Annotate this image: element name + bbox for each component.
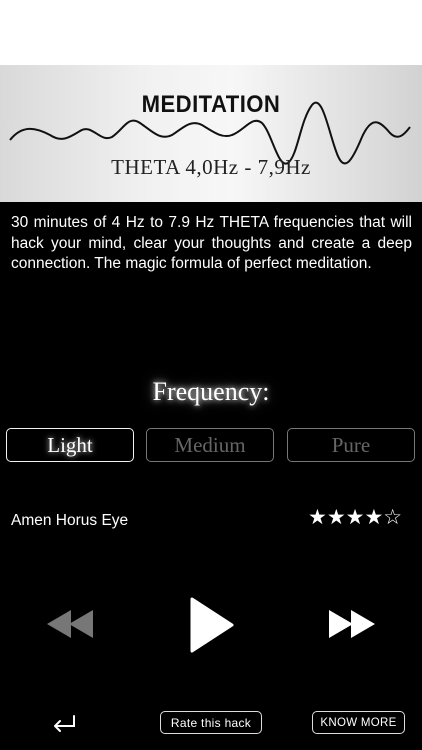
description-text: 30 minutes of 4 Hz to 7.9 Hz THETA frequ… <box>11 214 412 272</box>
frequency-title: Frequency: <box>152 377 270 406</box>
rating-stars[interactable]: ★★★★☆ <box>308 505 402 529</box>
frequency-option-pure[interactable]: Pure <box>287 428 415 462</box>
play-icon <box>190 597 234 653</box>
know-more-button[interactable]: KNOW MORE <box>312 711 405 734</box>
fast-forward-button[interactable] <box>325 606 377 642</box>
rewind-icon <box>47 610 93 638</box>
return-arrow-icon <box>54 715 75 732</box>
rate-this-hack-button[interactable]: Rate this hack <box>160 711 262 734</box>
status-bar <box>0 0 422 65</box>
rewind-button[interactable] <box>45 606 97 642</box>
play-button[interactable] <box>186 596 236 654</box>
banner-title: MEDITATION <box>141 91 281 118</box>
banner-subtitle: THETA 4,0Hz - 7,9Hz <box>111 155 311 179</box>
track-name: Amen Horus Eye <box>11 512 129 529</box>
wave-graphic <box>9 101 411 165</box>
back-button[interactable] <box>48 710 80 738</box>
header-banner: MEDITATION THETA 4,0Hz - 7,9Hz <box>0 65 422 202</box>
frequency-option-medium[interactable]: Medium <box>146 428 274 462</box>
frequency-option-light[interactable]: Light <box>6 428 134 462</box>
fast-forward-icon <box>329 610 375 638</box>
